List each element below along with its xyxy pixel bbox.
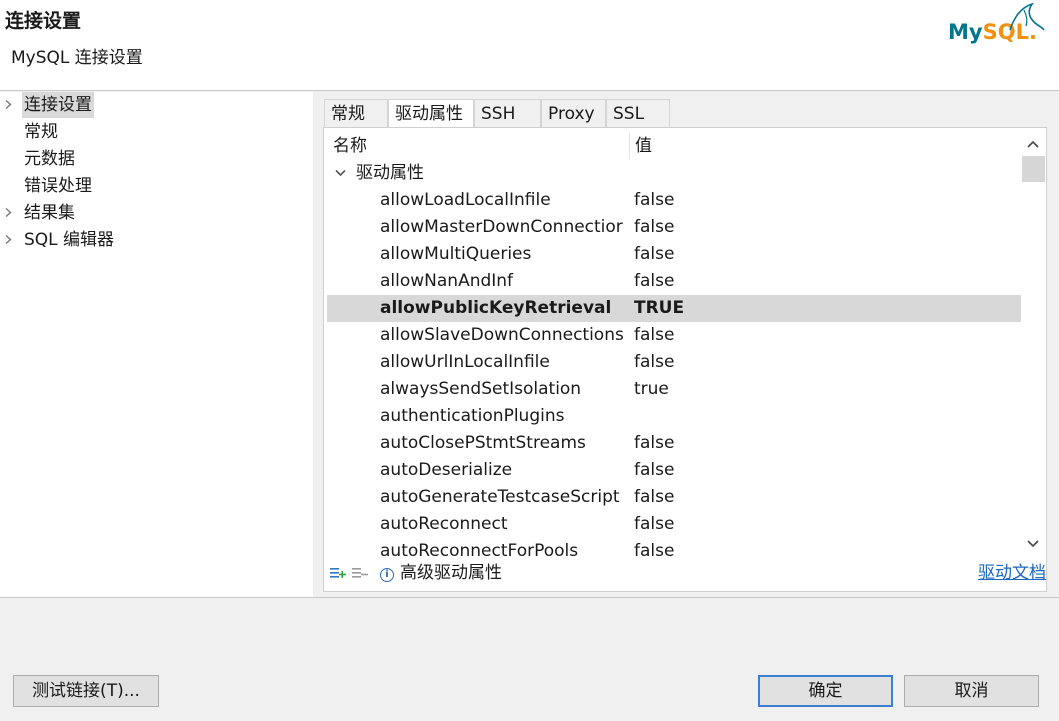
tab-ssl[interactable]: SSL xyxy=(606,99,670,129)
property-name: allowNanAndInf xyxy=(380,271,514,291)
add-property-icon[interactable] xyxy=(330,565,346,581)
scroll-down-icon[interactable] xyxy=(1025,537,1041,551)
table-row[interactable]: autoReconnect false xyxy=(327,511,1021,538)
property-name: autoReconnectForPools xyxy=(380,541,579,556)
property-value[interactable]: false xyxy=(634,484,674,511)
property-value[interactable]: false xyxy=(634,511,674,538)
property-value[interactable]: false xyxy=(634,538,674,556)
chevron-right-icon[interactable] xyxy=(4,100,13,109)
chevron-right-icon[interactable] xyxy=(4,235,13,244)
scrollbar-thumb[interactable] xyxy=(1022,156,1045,182)
column-header-name[interactable]: 名称 xyxy=(333,132,367,160)
property-name: allowLoadLocalInfile xyxy=(380,190,551,210)
table-footer: i 高级驱动属性 驱动文档 xyxy=(324,556,1046,592)
dialog-header: 连接设置 MySQL 连接设置 MySQL. xyxy=(0,0,1059,91)
table-row[interactable]: allowLoadLocalInfile false xyxy=(327,187,1021,214)
cancel-button[interactable]: 取消 xyxy=(904,675,1039,707)
property-value[interactable]: false xyxy=(634,268,674,295)
property-group-label: 驱动属性 xyxy=(356,163,424,183)
table-row[interactable]: authenticationPlugins xyxy=(327,403,1021,430)
property-value[interactable]: false xyxy=(634,187,674,214)
nav-item-label: 错误处理 xyxy=(24,176,92,196)
test-connection-button[interactable]: 测试链接(T)... xyxy=(13,675,159,707)
settings-nav: 连接设置 常规 元数据 错误处理 结果集 SQL 编辑器 xyxy=(0,92,313,597)
page-subtitle: MySQL 连接设置 xyxy=(11,48,143,68)
table-row[interactable]: allowMasterDownConnectior false xyxy=(327,214,1021,241)
tab-driver-properties[interactable]: 驱动属性 xyxy=(388,99,474,129)
property-name: allowMultiQueries xyxy=(380,244,532,264)
property-name: autoClosePStmtStreams xyxy=(380,433,586,453)
table-row[interactable]: allowMultiQueries false xyxy=(327,241,1021,268)
property-value[interactable]: false xyxy=(634,430,674,457)
tab-proxy[interactable]: Proxy xyxy=(541,99,606,129)
tab-general[interactable]: 常规 xyxy=(324,99,388,129)
tab-ssh[interactable]: SSH xyxy=(474,99,541,129)
nav-item-label: 连接设置 xyxy=(22,92,94,118)
nav-item-label: 元数据 xyxy=(24,149,75,169)
column-separator[interactable] xyxy=(629,133,630,159)
property-name: allowMasterDownConnectior xyxy=(380,217,623,237)
driver-docs-link[interactable]: 驱动文档 xyxy=(978,562,1046,584)
property-name: allowSlaveDownConnections xyxy=(380,325,624,345)
table-row[interactable]: allowSlaveDownConnections false xyxy=(327,322,1021,349)
scroll-up-icon[interactable] xyxy=(1025,137,1041,151)
property-value[interactable]: false xyxy=(634,457,674,484)
property-name: alwaysSendSetIsolation xyxy=(380,379,582,399)
settings-content: 常规 驱动属性 SSH Proxy SSL 名称 值 驱动属性 allowLoa… xyxy=(313,92,1059,597)
table-row[interactable]: autoGenerateTestcaseScript false xyxy=(327,484,1021,511)
chevron-down-icon[interactable] xyxy=(335,169,346,177)
property-name: allowPublicKeyRetrieval xyxy=(380,298,612,318)
property-name: authenticationPlugins xyxy=(380,406,565,426)
dialog-body: 连接设置 常规 元数据 错误处理 结果集 SQL 编辑器 常规 驱动属性 SSH… xyxy=(0,92,1059,597)
footer-divider xyxy=(0,597,1059,598)
mysql-logo: MySQL. xyxy=(946,0,1054,50)
property-value[interactable]: false xyxy=(634,241,674,268)
page-title: 连接设置 xyxy=(5,10,82,32)
property-value[interactable]: TRUE xyxy=(634,295,684,322)
property-name: autoReconnect xyxy=(380,514,508,534)
property-name: allowUrlInLocalInfile xyxy=(380,352,550,372)
driver-properties-table: 名称 值 驱动属性 allowLoadLocalInfile false all… xyxy=(323,127,1047,592)
table-row[interactable]: autoReconnectForPools false xyxy=(327,538,1021,556)
table-row-selected[interactable]: allowPublicKeyRetrieval TRUE xyxy=(327,295,1021,322)
advanced-driver-properties-label: 高级驱动属性 xyxy=(400,563,502,583)
nav-item-label: 结果集 xyxy=(24,203,75,223)
table-row[interactable]: allowNanAndInf false xyxy=(327,268,1021,295)
table-row[interactable]: alwaysSendSetIsolation true xyxy=(327,376,1021,403)
nav-item-label: 常规 xyxy=(24,122,58,142)
chevron-right-icon[interactable] xyxy=(4,208,13,217)
property-name: autoGenerateTestcaseScript xyxy=(380,487,620,507)
advanced-driver-properties: i 高级驱动属性 xyxy=(380,562,502,584)
table-row[interactable]: allowUrlInLocalInfile false xyxy=(327,349,1021,376)
nav-item-label: SQL 编辑器 xyxy=(24,230,115,250)
ok-button[interactable]: 确定 xyxy=(758,675,893,707)
property-name: autoDeserialize xyxy=(380,460,513,480)
table-row[interactable]: autoClosePStmtStreams false xyxy=(327,430,1021,457)
remove-property-icon[interactable] xyxy=(352,565,368,581)
property-value[interactable]: false xyxy=(634,322,674,349)
property-value[interactable]: false xyxy=(634,214,674,241)
column-header-value[interactable]: 值 xyxy=(635,132,652,160)
property-value[interactable]: true xyxy=(634,376,669,403)
table-row[interactable]: autoDeserialize false xyxy=(327,457,1021,484)
vertical-scrollbar[interactable] xyxy=(1021,129,1046,557)
property-value[interactable]: false xyxy=(634,349,674,376)
dolphin-icon xyxy=(1009,2,1045,31)
info-icon: i xyxy=(380,568,394,582)
